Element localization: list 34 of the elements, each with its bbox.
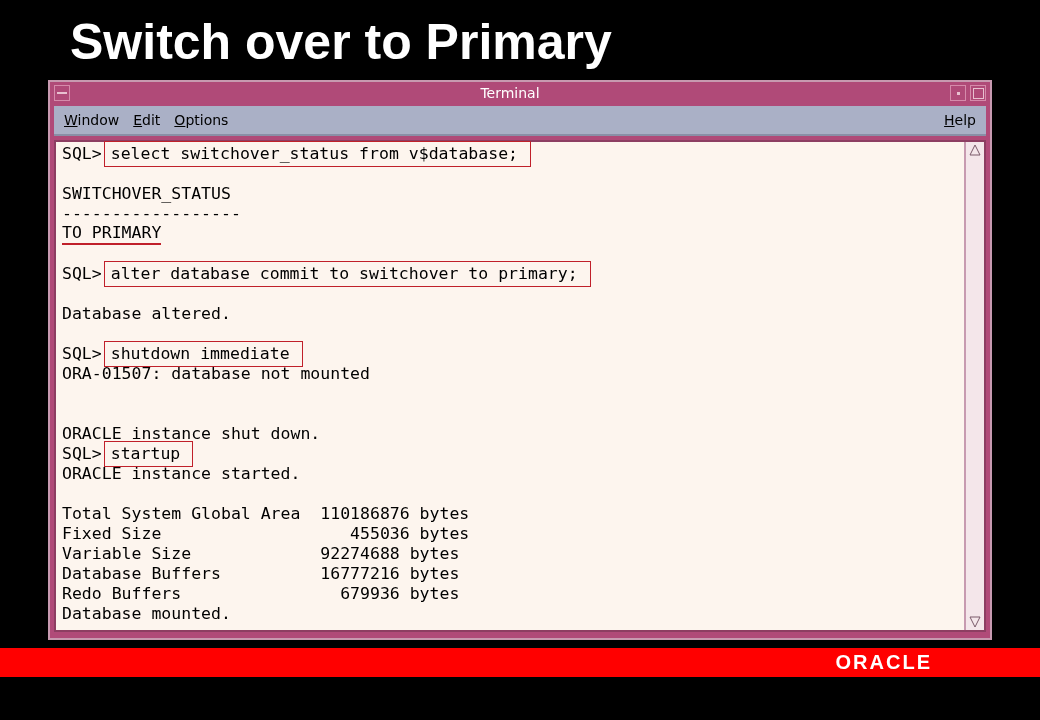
help-menu[interactable]: Help <box>944 112 976 128</box>
output-line: Redo Buffers 679936 bytes <box>62 584 460 604</box>
highlighted-command: startup <box>103 441 194 467</box>
scroll-up-icon[interactable] <box>969 144 981 156</box>
window-title: Terminal <box>479 85 541 101</box>
minimize-button[interactable] <box>950 85 966 101</box>
output-line: SWITCHOVER_STATUS <box>62 184 231 204</box>
output-line: Database Buffers 16777216 bytes <box>62 564 460 584</box>
output-line: ------------------ <box>62 204 241 224</box>
sql-prompt: SQL> <box>62 144 102 164</box>
output-line: ORACLE instance started. <box>62 464 301 484</box>
output-line: Database altered. <box>62 304 231 324</box>
output-line: ORACLE instance shut down. <box>62 424 321 444</box>
scroll-down-icon[interactable] <box>969 616 981 628</box>
output-line: Total System Global Area 110186876 bytes <box>62 504 470 524</box>
highlighted-output: TO PRIMARY <box>62 223 162 245</box>
window-menu-button[interactable] <box>54 85 70 101</box>
output-line: Fixed Size 455036 bytes <box>62 524 470 544</box>
sql-prompt: SQL> <box>62 344 102 364</box>
maximize-button[interactable] <box>970 85 986 101</box>
highlighted-command: select switchover_status from v$database; <box>103 141 532 167</box>
menu-item[interactable]: Window <box>64 112 120 128</box>
output-line: Variable Size 92274688 bytes <box>62 544 460 564</box>
scrollbar[interactable] <box>964 142 984 630</box>
highlighted-command: shutdown immediate <box>103 341 303 367</box>
logo: ORACLE <box>835 651 932 674</box>
output-line: ORA-01507: database not mounted <box>62 364 370 384</box>
highlighted-command: alter database commit to switchover to primary; <box>103 261 591 287</box>
output-line: Database mounted. <box>62 604 231 624</box>
slide-title: Switch over to Primary <box>69 13 613 72</box>
sql-prompt: SQL> <box>62 264 102 284</box>
menu-item[interactable]: Edit <box>133 112 161 128</box>
sql-prompt: SQL> <box>62 444 102 464</box>
menu-item[interactable]: Options <box>174 112 229 128</box>
